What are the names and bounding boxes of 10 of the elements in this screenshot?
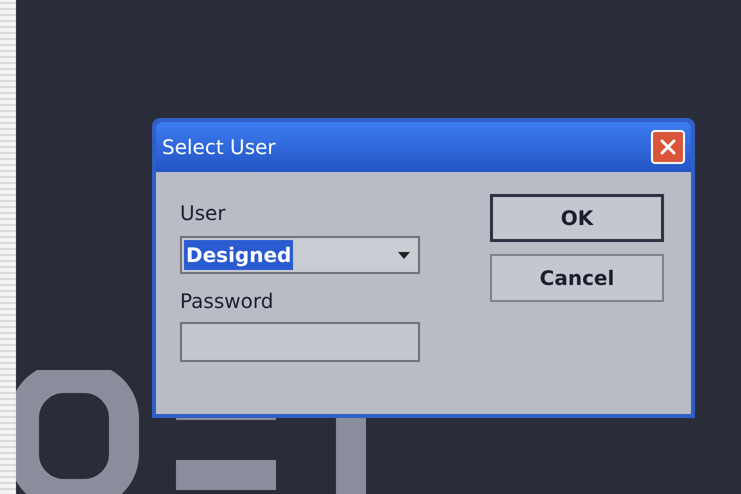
field-label: User — [180, 200, 227, 227]
field-label: Password — [180, 288, 274, 315]
dialog-button[interactable]: OK — [490, 194, 664, 242]
password-field[interactable] — [180, 322, 420, 362]
user-dropdown[interactable]: Designed — [180, 236, 420, 274]
dropdown-arrow-icon — [398, 252, 410, 258]
close-button[interactable] — [651, 130, 685, 164]
dialog-button[interactable]: Cancel — [490, 254, 664, 302]
window-title: Select User — [162, 134, 276, 161]
dropdown-value: Designed — [184, 240, 294, 270]
